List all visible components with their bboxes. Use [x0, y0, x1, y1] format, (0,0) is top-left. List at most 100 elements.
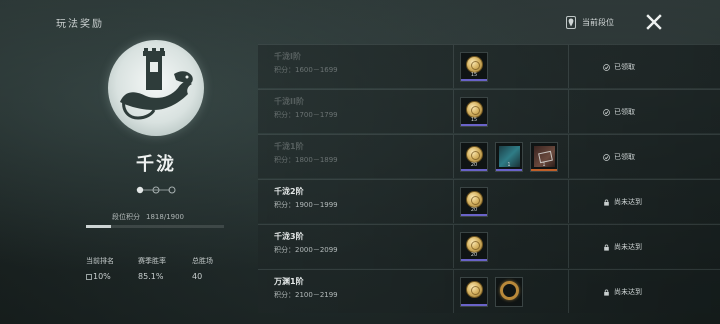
- stat-label: 当前排名: [86, 257, 114, 265]
- status-text: 已领取: [614, 153, 635, 161]
- reward-item[interactable]: 1: [495, 142, 523, 172]
- current-rank-button[interactable]: 当前段位: [566, 14, 614, 30]
- rank-score-progress-fill: [86, 225, 111, 228]
- status-text: 尚未达到: [614, 198, 642, 206]
- stat-value: 10%: [86, 272, 146, 281]
- coin-icon: [466, 146, 483, 163]
- tier-info: 千泷1阶 积分：1800－1899: [274, 141, 394, 165]
- tier-info: 千泷2阶积分：1900－1999: [274, 186, 394, 210]
- page-title: 玩法奖励: [56, 19, 104, 30]
- tier-name: 千泷3阶: [274, 232, 304, 241]
- rank-score: 段位积分 1818/1900: [112, 212, 184, 222]
- tier-reward-list[interactable]: 千泷I阶 积分：1600－1699 15 已领取 千泷II阶 积分：1700－1799 15…: [258, 44, 720, 324]
- rarity-underline: [461, 124, 487, 126]
- stat-season-winrate: 赛季胜率 85.1%: [138, 256, 198, 281]
- column-divider: [453, 90, 454, 133]
- stat-total-wins: 总胜场 40: [192, 256, 252, 281]
- current-rank-label: 当前段位: [582, 17, 614, 27]
- lock-icon: [604, 289, 609, 296]
- reward-count: 15: [470, 72, 478, 78]
- tier-row: 万渊1阶积分：2100－2199 尚未达到: [258, 269, 720, 313]
- status-text: 已领取: [614, 108, 635, 116]
- rarity-underline: [461, 79, 487, 81]
- location-pin-icon: [566, 15, 576, 29]
- check-icon: [603, 63, 610, 71]
- column-divider: [568, 225, 569, 268]
- reward-item[interactable]: 1: [530, 142, 558, 172]
- tier-info: 千泷3阶积分：2000－2099: [274, 231, 394, 255]
- reward-item[interactable]: [460, 277, 488, 307]
- rank-score-progress-bar: [86, 225, 224, 228]
- reward-item[interactable]: 20: [460, 232, 488, 262]
- stat-current-ranking: 当前排名 10%: [86, 256, 146, 281]
- tier-name: 万渊1阶: [274, 277, 304, 286]
- rarity-underline: [461, 259, 487, 261]
- stat-value: 85.1%: [138, 272, 164, 281]
- tier-name: 千泷2阶: [274, 187, 304, 196]
- rarity-underline: [461, 214, 487, 216]
- lock-icon: [604, 199, 609, 206]
- check-icon: [603, 153, 610, 161]
- tier-row: 千泷I阶积分：1600－1699 15 已领取: [258, 44, 720, 88]
- status-text: 尚未达到: [614, 243, 642, 251]
- tier-info: 万渊1阶积分：2100－2199: [274, 276, 394, 300]
- dragon-tower-emblem-icon: [120, 48, 193, 120]
- tier-score-range: 积分：2100－2199: [274, 291, 338, 299]
- close-icon: [646, 14, 662, 30]
- rarity-underline: [461, 169, 487, 171]
- column-divider: [453, 225, 454, 268]
- tier-rewards: 15: [460, 52, 488, 82]
- check-icon: [603, 108, 610, 116]
- tier-score-range: 积分：1600－1699: [274, 66, 338, 74]
- status-locked: 尚未达到: [603, 180, 642, 224]
- tier-info: 千泷II阶 积分：1700－1799: [274, 96, 394, 120]
- tier-row: 千泷1阶 积分：1800－1899 20 1 1 已领取: [258, 134, 720, 178]
- reward-item[interactable]: 20: [460, 187, 488, 217]
- column-divider: [568, 45, 569, 88]
- stat-label: 赛季胜率: [138, 257, 166, 265]
- column-divider: [568, 90, 569, 133]
- column-divider: [568, 135, 569, 178]
- rarity-underline: [496, 169, 522, 171]
- stat-label: 总胜场: [192, 257, 213, 265]
- reward-count: 20: [470, 162, 478, 168]
- rank-score-value: 1818/1900: [146, 213, 184, 221]
- column-divider: [453, 270, 454, 313]
- status-locked: 尚未达到: [603, 270, 642, 314]
- column-divider: [568, 180, 569, 223]
- reward-count: 20: [470, 207, 478, 213]
- tier-name: 千泷I阶: [274, 52, 301, 61]
- column-divider: [453, 45, 454, 88]
- stat-value: 40: [192, 272, 203, 281]
- reward-count: 1: [542, 162, 546, 168]
- tier-rewards: 15: [460, 97, 488, 127]
- reward-item[interactable]: 20: [460, 142, 488, 172]
- tier-name: 千泷1阶: [274, 142, 304, 151]
- tier-score-range: 积分：2000－2099: [274, 246, 338, 254]
- tier-score-range: 积分：1700－1799: [274, 111, 338, 119]
- status-text: 已领取: [614, 63, 635, 71]
- column-divider: [453, 135, 454, 178]
- status-text: 尚未达到: [614, 288, 642, 296]
- tier-info: 千泷I阶积分：1600－1699: [274, 51, 394, 75]
- reward-count: 20: [470, 252, 478, 258]
- coin-icon: [466, 281, 483, 298]
- reward-item[interactable]: [495, 277, 523, 307]
- status-claimed: 已领取: [603, 45, 635, 89]
- rarity-underline: [531, 169, 557, 171]
- column-divider: [453, 180, 454, 223]
- close-button[interactable]: [645, 13, 663, 31]
- rank-tier-indicator: [134, 180, 178, 194]
- coin-icon: [466, 236, 483, 253]
- tier-row: 千泷2阶积分：1900－1999 20 尚未达到: [258, 179, 720, 223]
- status-claimed: 已领取: [603, 90, 635, 134]
- reward-item[interactable]: 15: [460, 52, 488, 82]
- tier-rewards: [460, 277, 523, 307]
- ring-gift-icon: [500, 281, 519, 300]
- rank-small-icon: [86, 273, 92, 280]
- tier-score-range: 积分：1900－1999: [274, 201, 338, 209]
- coin-icon: [466, 101, 483, 118]
- reward-item[interactable]: 15: [460, 97, 488, 127]
- tier-rewards: 20: [460, 187, 488, 217]
- tier-rewards: 20: [460, 232, 488, 262]
